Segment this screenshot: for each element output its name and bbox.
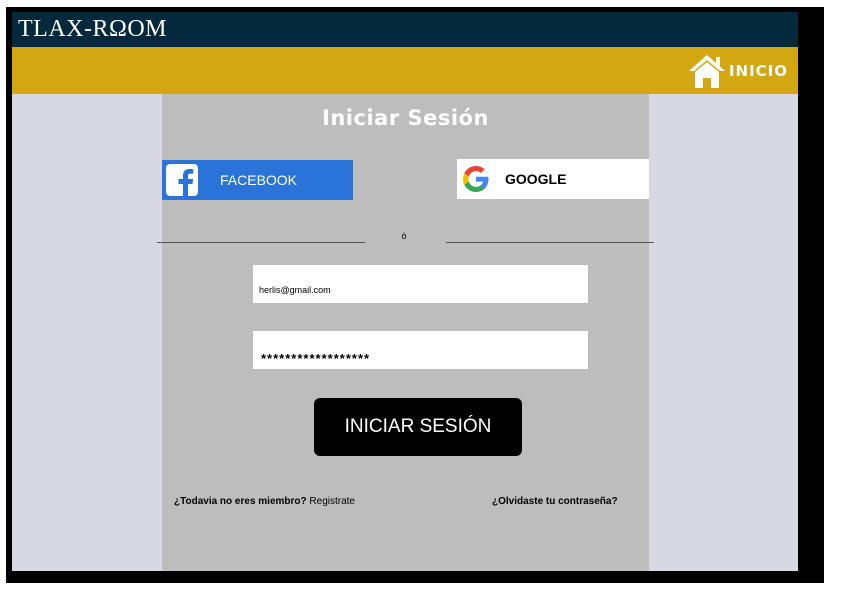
facebook-label: FACEBOOK — [220, 172, 298, 188]
home-link[interactable]: INICIO — [687, 53, 788, 89]
password-field[interactable]: ****************** — [253, 331, 588, 369]
google-label: GOOGLE — [505, 171, 567, 187]
login-button[interactable]: INICIAR SESIÓN — [314, 398, 522, 456]
home-label: INICIO — [728, 62, 788, 80]
login-panel: Iniciar Sesión FACEBOOK GOOGLE ó herlis@… — [157, 94, 654, 571]
signup-prompt: ¿Todavia no eres miembro? Registrate — [174, 496, 355, 507]
divider-left — [157, 242, 365, 243]
page-title: Iniciar Sesión — [322, 106, 489, 130]
signup-question: ¿Todavia no eres miembro? — [174, 496, 307, 507]
home-icon — [688, 55, 725, 88]
facebook-icon — [166, 164, 198, 198]
or-separator: ó — [401, 231, 407, 241]
google-icon — [463, 166, 489, 192]
signup-link[interactable]: Registrate — [309, 496, 355, 507]
forgot-password-link[interactable]: ¿Olvidaste tu contraseña? — [492, 496, 618, 507]
brand-logo[interactable]: TLAX-RΩOM — [18, 16, 167, 43]
nav-bar: INICIO — [12, 47, 798, 94]
top-bar: TLAX-RΩOM — [12, 12, 798, 47]
divider-right — [446, 242, 654, 243]
email-field[interactable]: herlis@gmail.com — [253, 265, 588, 303]
facebook-login-button[interactable]: FACEBOOK — [162, 160, 353, 200]
google-login-button[interactable]: GOOGLE — [457, 159, 649, 199]
